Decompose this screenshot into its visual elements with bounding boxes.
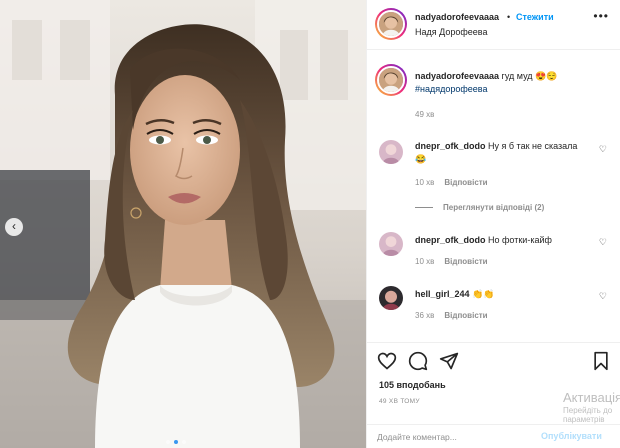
- comment-username[interactable]: hell_girl_244: [415, 289, 470, 299]
- post-timestamp: 49 ХВ ТОМУ: [379, 398, 420, 405]
- view-replies-button[interactable]: Переглянути відповіді (2): [415, 203, 544, 212]
- activation-watermark: Активація: [563, 390, 620, 405]
- carousel-dot: [182, 440, 186, 444]
- reply-button[interactable]: Відповісти: [444, 257, 487, 266]
- carousel-dot-active: [174, 440, 178, 444]
- publish-button[interactable]: Опублікувати: [541, 431, 602, 441]
- comment-like-heart-icon[interactable]: ♡: [599, 237, 607, 248]
- caption-body: гуд муд 😍😌: [499, 71, 558, 81]
- reply-button[interactable]: Відповісти: [444, 178, 487, 187]
- comment-time: 36 хв: [415, 311, 435, 320]
- add-comment-bar: Опублікувати: [367, 424, 620, 448]
- caption-hashtag[interactable]: #надядорофеева: [415, 84, 487, 94]
- post-photo[interactable]: ‹: [0, 0, 366, 448]
- heart-icon[interactable]: [377, 351, 397, 373]
- replies-line: [415, 207, 433, 209]
- caption-time: 49 хв: [415, 110, 435, 119]
- carousel-indicator: [166, 440, 186, 444]
- post-header: nadyadorofeevaaaa • Стежити Надя Дорофее…: [367, 0, 620, 50]
- activation-watermark-subtitle: Перейдіть до параметрів: [563, 406, 613, 424]
- comments-list[interactable]: nadyadorofeevaaaa гуд муд 😍😌 #надядорофе…: [367, 50, 620, 342]
- comment-icon[interactable]: [408, 351, 428, 373]
- comment-body: 👏👏: [469, 289, 495, 299]
- post-side-panel: nadyadorofeevaaaa • Стежити Надя Дорофее…: [366, 0, 620, 448]
- carousel-dot: [166, 440, 170, 444]
- carousel-prev-button[interactable]: ‹: [5, 218, 23, 236]
- comment-text: dnepr_ofk_dodo Ну я б так не сказала 😂: [415, 140, 585, 166]
- commenter-avatar[interactable]: [379, 232, 403, 256]
- send-icon[interactable]: [439, 351, 459, 373]
- commenter-avatar[interactable]: [379, 140, 403, 164]
- comment-like-heart-icon[interactable]: ♡: [599, 144, 607, 155]
- comment-meta: 10 хв Відповісти: [415, 178, 488, 187]
- comment-meta: 10 хв Відповісти: [415, 257, 488, 266]
- comment-body: Но фотки-кайф: [485, 235, 552, 245]
- comment-time: 10 хв: [415, 178, 435, 187]
- woman-portrait-image: [0, 0, 366, 448]
- author-username[interactable]: nadyadorofeevaaaa: [415, 12, 499, 22]
- bookmark-icon[interactable]: [591, 351, 611, 373]
- comment-text: dnepr_ofk_dodo Но фотки-кайф: [415, 234, 585, 247]
- likes-count[interactable]: 105 вподобань: [379, 380, 446, 390]
- comment-username[interactable]: dnepr_ofk_dodo: [415, 235, 486, 245]
- author-subtitle: Надя Дорофеева: [415, 27, 488, 37]
- comment-input[interactable]: [377, 430, 527, 444]
- author-avatar[interactable]: [375, 8, 407, 40]
- comment-text: hell_girl_244 👏👏: [415, 288, 585, 301]
- follow-button[interactable]: Стежити: [516, 12, 554, 22]
- caption-text: nadyadorofeevaaaa гуд муд 😍😌 #надядорофе…: [415, 70, 585, 96]
- comment-time: 10 хв: [415, 257, 435, 266]
- comment-meta: 36 хв Відповісти: [415, 311, 488, 320]
- more-horizontal-icon[interactable]: •••: [593, 10, 609, 22]
- header-separator: •: [507, 12, 511, 22]
- caption-avatar[interactable]: [375, 64, 407, 96]
- commenter-avatar[interactable]: [379, 286, 403, 310]
- reply-button[interactable]: Відповісти: [444, 311, 487, 320]
- caption-username[interactable]: nadyadorofeevaaaa: [415, 71, 499, 81]
- comment-username[interactable]: dnepr_ofk_dodo: [415, 141, 486, 151]
- comment-like-heart-icon[interactable]: ♡: [599, 291, 607, 302]
